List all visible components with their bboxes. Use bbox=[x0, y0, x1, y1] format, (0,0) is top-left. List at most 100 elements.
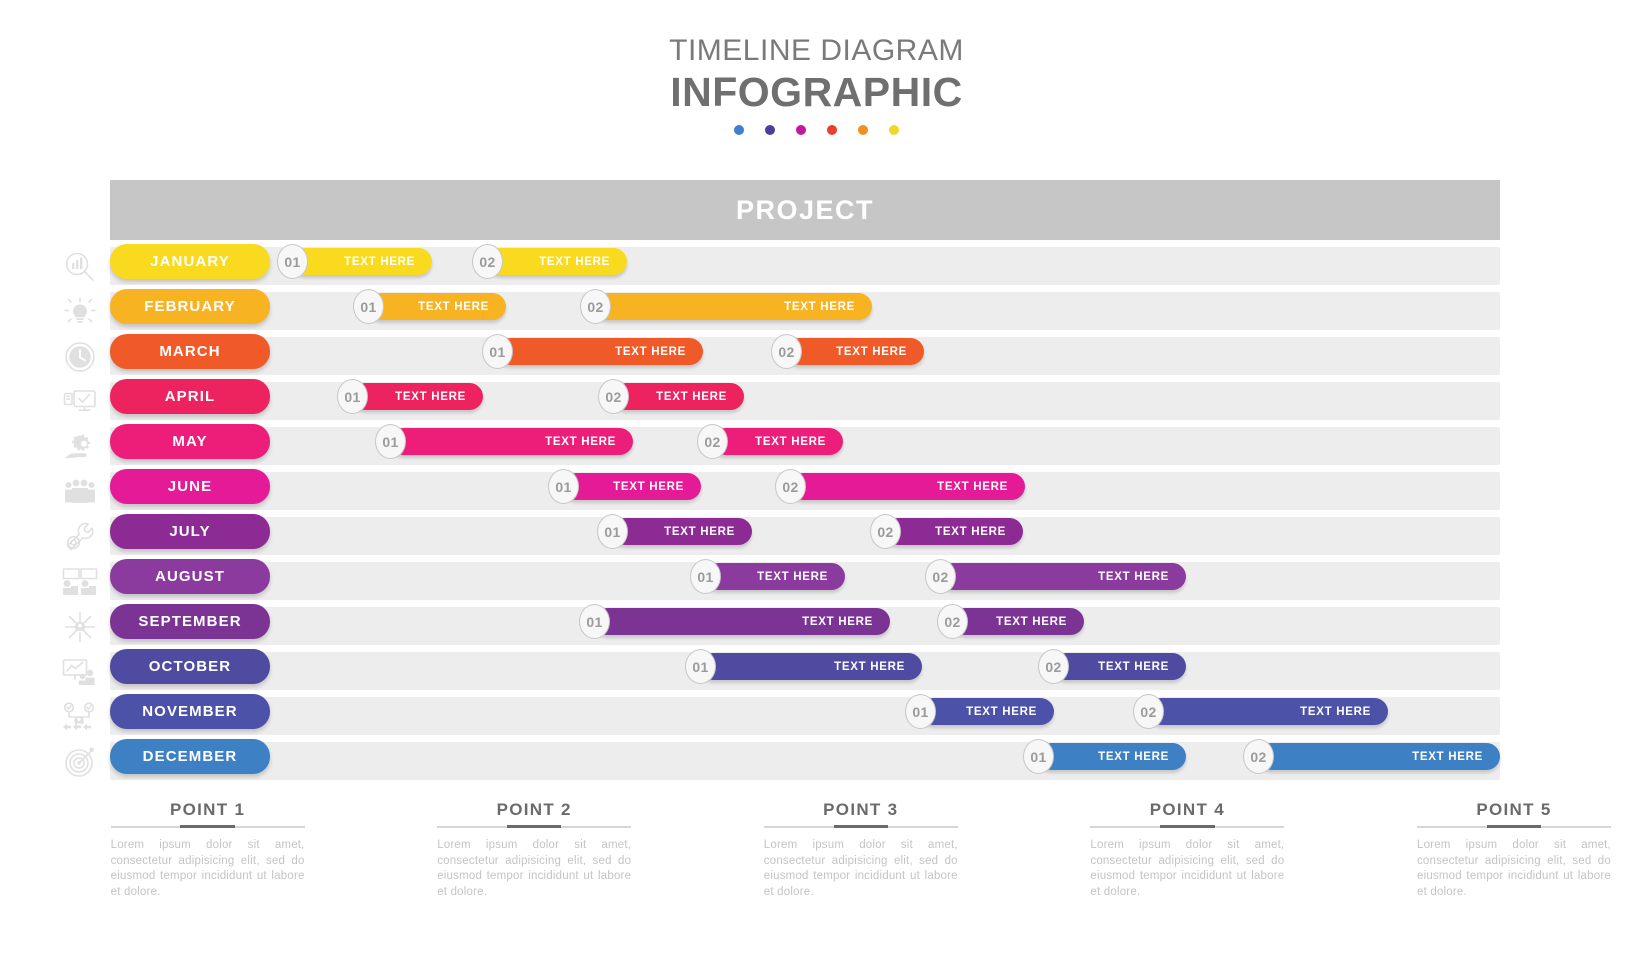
point-inner: POINT 1 Lorem ipsum dolor sit amet, conse… bbox=[110, 800, 305, 900]
month-pill-january[interactable]: JANUARY bbox=[110, 244, 270, 279]
task-bar[interactable]: 01 TEXT HERE bbox=[548, 469, 701, 504]
point-inner: POINT 3 Lorem ipsum dolor sit amet, conse… bbox=[763, 800, 958, 900]
timeline-row: MAY 01 TEXT HERE 02 TEXT HERE bbox=[0, 424, 1633, 469]
task-badge: 02 bbox=[1133, 694, 1164, 729]
title-block: TIMELINE DIAGRAM INFOGRAPHIC bbox=[0, 34, 1633, 136]
point-divider-thick bbox=[833, 825, 888, 828]
month-pill-november[interactable]: NOVEMBER bbox=[110, 694, 270, 729]
task-bar[interactable]: 01 TEXT HERE bbox=[337, 379, 483, 414]
point-divider bbox=[763, 824, 958, 830]
task-bar-label: TEXT HERE bbox=[1098, 570, 1169, 583]
point-block: POINT 5 Lorem ipsum dolor sit amet, conse… bbox=[1306, 800, 1633, 900]
task-bar-label: TEXT HERE bbox=[966, 705, 1037, 718]
point-body: Lorem ipsum dolor sit amet, consectetur … bbox=[763, 839, 958, 898]
month-pill-may[interactable]: MAY bbox=[110, 424, 270, 459]
task-badge: 01 bbox=[579, 604, 610, 639]
task-bar[interactable]: 02 TEXT HERE bbox=[1038, 649, 1186, 684]
accent-dot bbox=[889, 125, 899, 136]
task-bar-label: TEXT HERE bbox=[784, 300, 855, 313]
task-bar[interactable]: 01 TEXT HERE bbox=[1023, 739, 1186, 774]
point-title: POINT 5 bbox=[1476, 800, 1552, 819]
wrench-gear-icon bbox=[60, 518, 100, 555]
task-bar[interactable]: 02 TEXT HERE bbox=[580, 289, 872, 324]
task-bar[interactable]: 02 TEXT HERE bbox=[775, 469, 1025, 504]
month-pill-december[interactable]: DECEMBER bbox=[110, 739, 270, 774]
task-bar-label: TEXT HERE bbox=[664, 525, 735, 538]
timeline-row: APRIL 01 TEXT HERE 02 TEXT HERE bbox=[0, 379, 1633, 424]
timeline-row: FEBRUARY 01 TEXT HERE 02 TEXT HERE bbox=[0, 289, 1633, 334]
month-pill-march[interactable]: MARCH bbox=[110, 334, 270, 369]
task-bar[interactable]: 01 TEXT HERE bbox=[277, 244, 432, 279]
task-badge: 01 bbox=[337, 379, 368, 414]
task-bar[interactable]: 02 TEXT HERE bbox=[472, 244, 627, 279]
task-bar[interactable]: 01 TEXT HERE bbox=[690, 559, 845, 594]
month-label: DECEMBER bbox=[142, 748, 238, 765]
timeline-row: JANUARY 01 TEXT HERE 02 TEXT HERE bbox=[0, 244, 1633, 289]
task-bar[interactable]: 01 TEXT HERE bbox=[482, 334, 703, 369]
month-label: APRIL bbox=[164, 388, 216, 405]
task-badge: 01 bbox=[277, 244, 308, 279]
month-pill-september[interactable]: SEPTEMBER bbox=[110, 604, 270, 639]
task-bar[interactable]: 02 TEXT HERE bbox=[598, 379, 744, 414]
meeting-table-icon bbox=[60, 563, 100, 600]
task-bar[interactable]: 01 TEXT HERE bbox=[597, 514, 752, 549]
magnifier-chart-icon bbox=[60, 248, 100, 285]
point-inner: POINT 4 Lorem ipsum dolor sit amet, conse… bbox=[1090, 800, 1285, 900]
timeline-row: SEPTEMBER 01 TEXT HERE 02 TEXT HERE bbox=[0, 604, 1633, 649]
people-group-icon bbox=[60, 473, 100, 510]
timeline-rows: JANUARY 01 TEXT HERE 02 TEXT HERE FEBRUARY 01 T… bbox=[0, 244, 1633, 784]
task-bar[interactable]: 02 TEXT HERE bbox=[771, 334, 924, 369]
task-badge: 02 bbox=[937, 604, 968, 639]
point-body: Lorem ipsum dolor sit amet, consectetur … bbox=[1416, 839, 1611, 898]
task-bar[interactable]: 02 TEXT HERE bbox=[925, 559, 1186, 594]
lightbulb-icon bbox=[60, 293, 100, 330]
month-pill-august[interactable]: AUGUST bbox=[110, 559, 270, 594]
hand-gear-icon bbox=[60, 428, 100, 465]
month-pill-october[interactable]: OCTOBER bbox=[110, 649, 270, 684]
point-body: Lorem ipsum dolor sit amet, consectetur … bbox=[1090, 839, 1285, 898]
task-badge: 01 bbox=[905, 694, 936, 729]
task-bar[interactable]: 01 TEXT HERE bbox=[375, 424, 633, 459]
task-badge: 01 bbox=[548, 469, 579, 504]
task-badge: 01 bbox=[1023, 739, 1054, 774]
task-bar[interactable]: 02 TEXT HERE bbox=[870, 514, 1023, 549]
month-label: NOVEMBER bbox=[142, 703, 238, 720]
infographic-canvas: TIMELINE DIAGRAM INFOGRAPHIC PROJECT JAN… bbox=[0, 0, 1633, 980]
task-bar-label: TEXT HERE bbox=[395, 390, 466, 403]
task-bar[interactable]: 01 TEXT HERE bbox=[905, 694, 1054, 729]
project-header-bar: PROJECT bbox=[110, 180, 1500, 240]
accent-dot bbox=[858, 125, 868, 136]
task-badge: 02 bbox=[598, 379, 629, 414]
month-label: SEPTEMBER bbox=[138, 613, 242, 630]
task-bar[interactable]: 01 TEXT HERE bbox=[579, 604, 890, 639]
month-pill-april[interactable]: APRIL bbox=[110, 379, 270, 414]
task-bar[interactable]: 02 TEXT HERE bbox=[697, 424, 843, 459]
point-title: POINT 1 bbox=[169, 800, 246, 819]
task-bar[interactable]: 02 TEXT HERE bbox=[1243, 739, 1500, 774]
task-badge: 01 bbox=[482, 334, 513, 369]
timeline-row: DECEMBER 01 TEXT HERE 02 TEXT HERE bbox=[0, 739, 1633, 784]
task-bar[interactable]: 01 TEXT HERE bbox=[685, 649, 922, 684]
month-label: OCTOBER bbox=[148, 658, 232, 675]
month-pill-july[interactable]: JULY bbox=[110, 514, 270, 549]
task-bar[interactable]: 02 TEXT HERE bbox=[937, 604, 1084, 639]
presentation-chart-icon bbox=[60, 653, 100, 690]
task-bar-label: TEXT HERE bbox=[545, 435, 616, 448]
task-bar[interactable]: 01 TEXT HERE bbox=[353, 289, 506, 324]
task-bar-label: TEXT HERE bbox=[418, 300, 489, 313]
task-bar[interactable]: 02 TEXT HERE bbox=[1133, 694, 1388, 729]
monitor-check-icon bbox=[60, 383, 100, 420]
month-pill-june[interactable]: JUNE bbox=[110, 469, 270, 504]
month-pill-february[interactable]: FEBRUARY bbox=[110, 289, 270, 324]
task-bar-label: TEXT HERE bbox=[1300, 705, 1371, 718]
task-badge: 01 bbox=[375, 424, 406, 459]
title-line-2: INFOGRAPHIC bbox=[670, 69, 963, 115]
task-bar-label: TEXT HERE bbox=[656, 390, 727, 403]
point-block: POINT 2 Lorem ipsum dolor sit amet, conse… bbox=[327, 800, 654, 900]
point-divider-thick bbox=[1486, 825, 1542, 828]
month-label: MAY bbox=[172, 433, 208, 450]
timeline-row: AUGUST 01 TEXT HERE 02 TEXT HERE bbox=[0, 559, 1633, 604]
target-icon bbox=[60, 743, 100, 780]
task-bar-label: TEXT HERE bbox=[1098, 750, 1169, 763]
task-bar-label: TEXT HERE bbox=[935, 525, 1006, 538]
